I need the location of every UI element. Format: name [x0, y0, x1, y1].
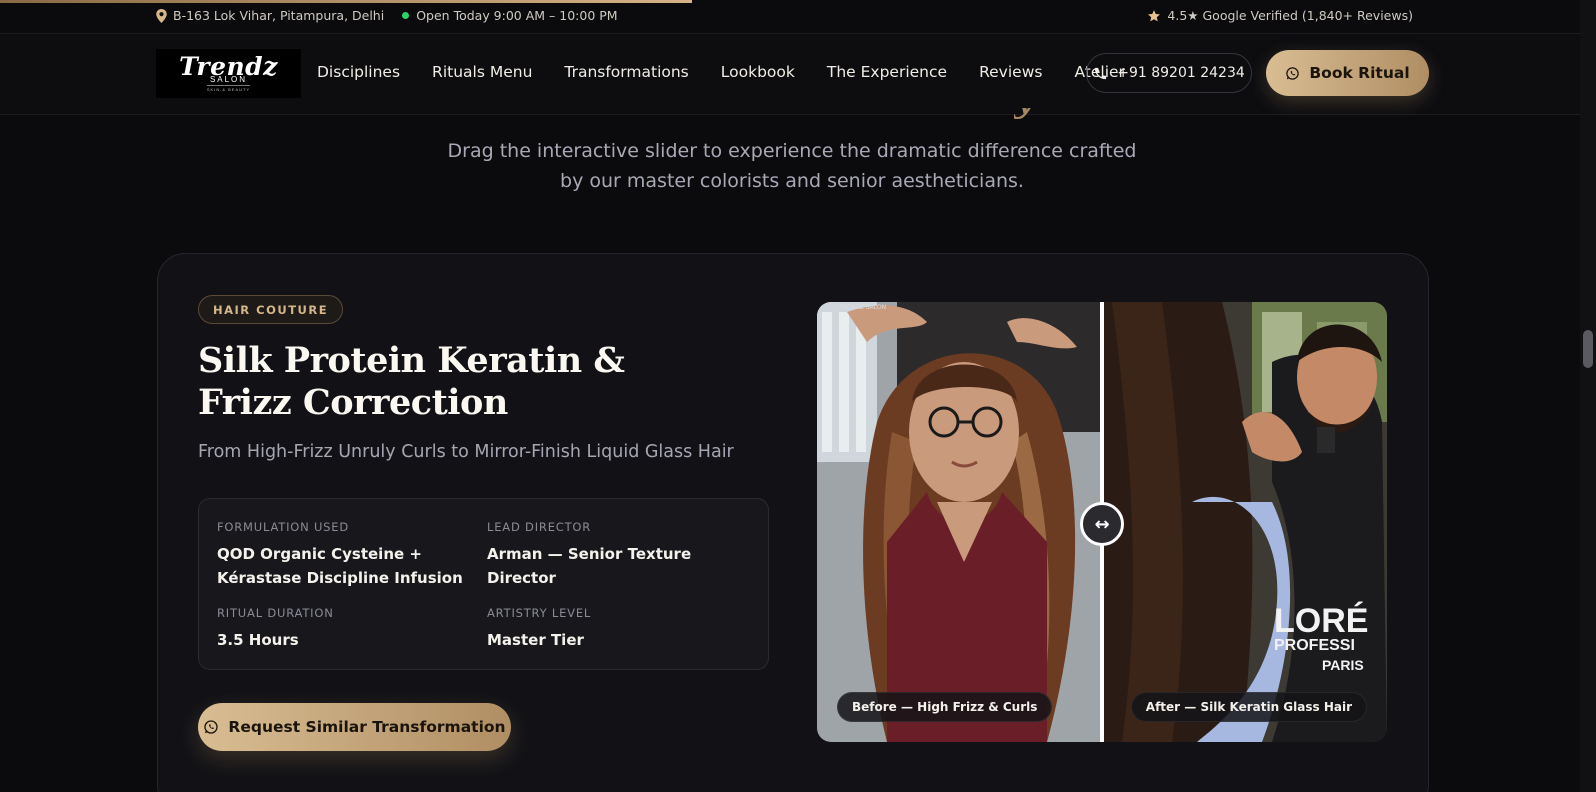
book-ritual-button[interactable]: Book Ritual [1266, 50, 1429, 96]
nav-item-the-experience[interactable]: The Experience [827, 63, 947, 81]
spec-lead-director: LEAD DIRECTOR Arman — Senior Texture Dir… [487, 520, 757, 590]
logo-sub: SALON [209, 74, 248, 84]
section-description: Drag the interactive slider to experienc… [447, 140, 1137, 192]
logo[interactable]: Trendz SALON SKIN & BEAUTY [156, 49, 301, 98]
before-label: Before — High Frizz & Curls [837, 692, 1053, 722]
after-label: After — Silk Keratin Glass Hair [1130, 692, 1367, 722]
address: B-163 Lok Vihar, Pitampura, Delhi [156, 8, 384, 23]
photo-watermark: TRENDZ SALON [839, 304, 887, 311]
scroll-progress-bar [0, 0, 692, 3]
spec-duration: RITUAL DURATION 3.5 Hours [217, 606, 477, 652]
google-rating[interactable]: 4.5★ Google Verified (1,840+ Reviews) [1147, 8, 1413, 23]
scrollbar-thumb[interactable] [1583, 330, 1593, 368]
book-ritual-label: Book Ritual [1309, 64, 1410, 82]
info-bar: B-163 Lok Vihar, Pitampura, Delhi Open T… [0, 0, 1580, 34]
nav-item-lookbook[interactable]: Lookbook [721, 63, 795, 81]
whatsapp-icon [1286, 66, 1300, 80]
spec-value: Arman — Senior Texture Director [487, 545, 692, 587]
location-pin-icon [156, 8, 167, 23]
nav-menu: Disciplines Rituals Menu Transformations… [317, 63, 1125, 81]
spec-label: RITUAL DURATION [217, 606, 334, 620]
main-nav: Trendz SALON SKIN & BEAUTY Disciplines R… [0, 34, 1580, 115]
slider-handle[interactable]: ↔ [1080, 502, 1124, 546]
rating-text: 4.5★ Google Verified (1,840+ Reviews) [1167, 8, 1413, 23]
star-icon [1148, 9, 1161, 21]
open-status-dot-icon [402, 12, 410, 19]
spec-value: 3.5 Hours [217, 631, 299, 649]
nav-item-transformations[interactable]: Transformations [564, 63, 688, 81]
spec-value: Master Tier [487, 631, 584, 649]
whatsapp-icon [204, 720, 219, 734]
nav-item-disciplines[interactable]: Disciplines [317, 63, 400, 81]
specs-panel: FORMULATION USED QOD Organic Cysteine + … [198, 498, 769, 670]
category-tag: HAIR COUTURE [198, 295, 344, 324]
before-image: TRENDZ SALON [817, 302, 1102, 742]
address-text: B-163 Lok Vihar, Pitampura, Delhi [173, 8, 385, 23]
transformation-title: Silk Protein Keratin & Frizz Correction [198, 340, 625, 423]
before-after-slider[interactable]: TRENDZ SALON LORÉ PROFESSI PARIS ↔ Befor… [817, 302, 1387, 742]
arrows-horizontal-icon: ↔ [1094, 513, 1110, 535]
transformation-subtitle: From High-Frizz Unruly Curls to Mirror-F… [198, 442, 734, 462]
request-transformation-button[interactable]: Request Similar Transformation [198, 703, 511, 751]
heading-descender: y [1014, 108, 1038, 122]
hours-text: Open Today 9:00 AM – 10:00 PM [416, 8, 618, 23]
logo-tagline: SKIN & BEAUTY [206, 84, 251, 92]
after-photo-text: LORÉ [1274, 602, 1368, 640]
spec-label: FORMULATION USED [217, 520, 350, 534]
after-photo-text: PARIS [1322, 657, 1364, 673]
request-transformation-label: Request Similar Transformation [228, 718, 506, 736]
spec-formulation: FORMULATION USED QOD Organic Cysteine + … [217, 520, 477, 590]
after-image: LORÉ PROFESSI PARIS [1102, 302, 1387, 742]
phone-number: +91 89201 24234 [1117, 65, 1245, 81]
spec-value: QOD Organic Cysteine + Kérastase Discipl… [217, 545, 463, 587]
page-scrollbar[interactable] [1580, 0, 1596, 792]
phone-button[interactable]: +91 89201 24234 [1086, 53, 1252, 93]
transformation-card: HAIR COUTURE Silk Protein Keratin & Friz… [157, 253, 1429, 792]
after-photo-text: PROFESSI [1274, 637, 1355, 654]
nav-item-rituals-menu[interactable]: Rituals Menu [432, 63, 532, 81]
opening-hours: Open Today 9:00 AM – 10:00 PM [402, 8, 618, 23]
phone-icon [1095, 67, 1107, 79]
nav-item-reviews[interactable]: Reviews [979, 63, 1042, 81]
spec-label: ARTISTRY LEVEL [487, 606, 592, 620]
spec-artistry-level: ARTISTRY LEVEL Master Tier [487, 606, 757, 652]
spec-label: LEAD DIRECTOR [487, 520, 592, 534]
